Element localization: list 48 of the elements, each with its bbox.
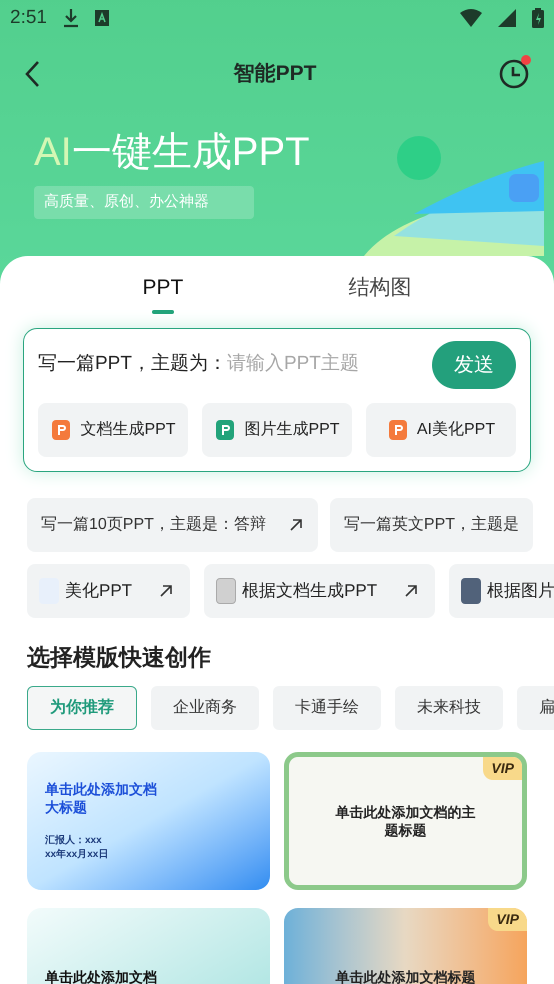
banner-title: AI一键生成PPT [34,130,310,174]
tool-button[interactable]: 图片生成PPT [202,402,352,456]
back-icon [24,60,40,88]
tool-button[interactable]: 文档生成PPT [38,402,188,456]
p-document-icon [50,418,72,442]
template-card[interactable]: 单击此处添加文档 [27,908,270,984]
p-document-icon [386,418,409,442]
signal-icon [498,9,516,27]
p-document-icon [214,418,236,442]
example-chip[interactable]: 根据文档生成PPT [204,564,436,618]
topic-input-field[interactable]: 请输入PPT主题 [226,350,432,379]
vip-badge: VIP [483,757,522,780]
category-tab[interactable]: 企业商务 [151,686,259,730]
section-title: 选择模版快速创作 [27,642,212,672]
template-title: 单击此处添加文档 [45,968,158,984]
suggestion-chip[interactable]: 写一篇英文PPT，主题是 [330,498,534,552]
tool-button[interactable]: AI美化PPT [366,402,516,456]
template-card[interactable]: VIP 单击此处添加文档标题 [284,908,527,984]
template-card[interactable]: 单击此处添加文档大标题 汇报人：xxx xx年xx月xx日 [27,752,270,890]
template-title: 单击此处添加文档的主题标题 [336,803,476,839]
template-title: 单击此处添加文档标题 [336,968,476,984]
category-tab[interactable]: 卡通手绘 [273,686,381,730]
vip-badge: VIP [488,908,527,931]
battery-icon [532,8,544,28]
banner-subtitle: 高质量、原创、办公神器 [34,186,254,218]
arrow-up-right-icon [403,582,420,598]
tab[interactable]: PPT [142,272,184,314]
arrow-up-right-icon [158,582,174,598]
status-time: 2:51 [10,6,47,30]
wifi-icon [460,9,482,27]
template-card[interactable]: VIP 单击此处添加文档的主题标题 [284,752,527,890]
history-button[interactable] [498,58,530,90]
template-detail: xx年xx月xx日 [45,848,110,862]
arrow-up-right-icon [288,516,304,532]
template-detail: 汇报人：xxx [45,834,103,848]
page-title: 智能PPT [234,61,316,88]
thumbnail-image [461,578,482,604]
example-chip[interactable]: 美化PPT [27,564,190,618]
template-title: 单击此处添加文档大标题 [45,780,158,816]
prompt-prefix: 写一篇PPT，主题为： [38,352,227,376]
clock-icon [498,58,530,90]
category-tab[interactable]: 扁 [517,686,554,730]
keyboard-app-icon [94,10,109,26]
download-icon [62,8,79,28]
category-tab[interactable]: 未来科技 [395,686,503,730]
thumbnail-image [216,578,236,604]
suggestion-chip[interactable]: 写一篇10页PPT，主题是：答辩 [27,498,318,552]
tab[interactable]: 结构图 [348,272,412,314]
